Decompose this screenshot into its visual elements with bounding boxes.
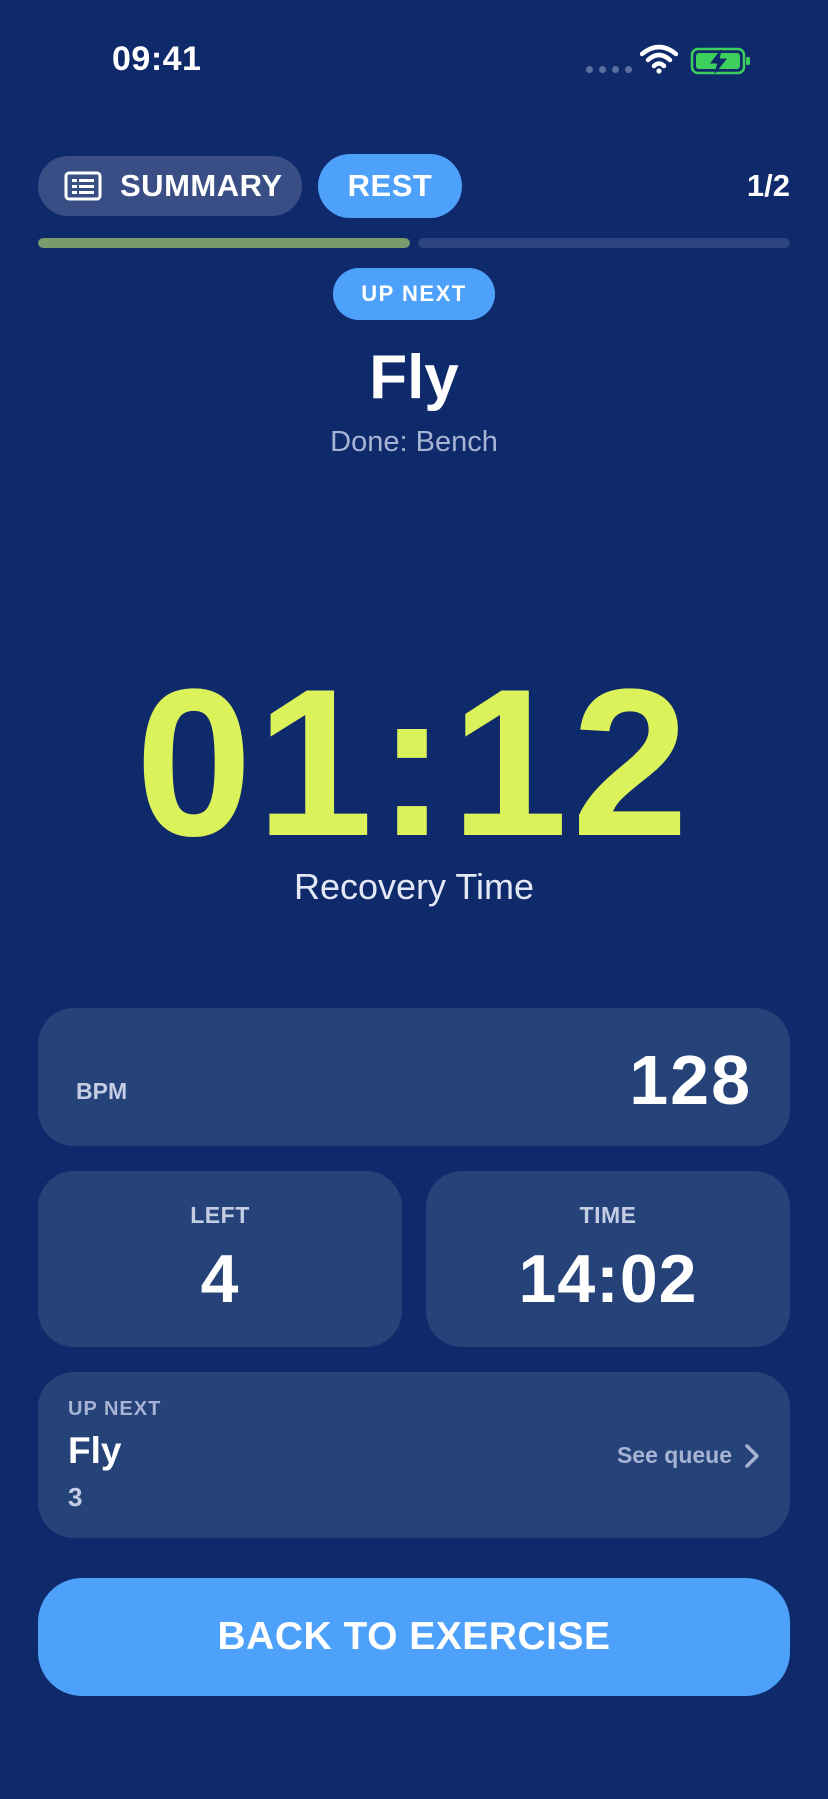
up-next-badge: UP NEXT	[333, 268, 495, 320]
battery-charging-icon	[690, 47, 750, 75]
wifi-icon	[640, 44, 678, 74]
progress-bar	[38, 238, 790, 248]
rest-tab[interactable]: REST	[318, 154, 462, 218]
list-icon	[64, 171, 102, 201]
queue-exercise-count: 3	[68, 1482, 83, 1512]
status-time: 09:41	[112, 40, 202, 78]
chevron-right-icon[interactable]	[744, 1443, 760, 1469]
elapsed-time-label: TIME	[579, 1202, 637, 1228]
queue-kicker: UP NEXT	[68, 1398, 162, 1420]
signal-dots-icon	[586, 66, 632, 73]
progress-segment	[38, 238, 410, 248]
progress-segment	[418, 238, 790, 248]
sets-left-value: 4	[200, 1241, 240, 1317]
progress-fill	[38, 238, 410, 248]
see-queue-link[interactable]: See queue	[617, 1442, 732, 1469]
elapsed-time-value: 14:02	[518, 1241, 698, 1317]
bpm-value: 128	[629, 1041, 752, 1119]
summary-tab-label: SUMMARY	[120, 168, 283, 203]
bpm-label: BPM	[76, 1078, 128, 1104]
queue-exercise-name: Fly	[68, 1430, 122, 1471]
sets-left-label: LEFT	[190, 1202, 250, 1228]
summary-tab[interactable]: SUMMARY	[38, 156, 302, 216]
back-to-exercise-button[interactable]: BACK TO EXERCISE	[38, 1578, 790, 1696]
recovery-timer-label: Recovery Time	[293, 866, 535, 907]
page-counter: 1/2	[746, 168, 790, 203]
done-exercise-text: Done: Bench	[330, 426, 498, 458]
recovery-timer: 01:12	[135, 645, 693, 880]
next-exercise-title: Fly	[369, 343, 459, 412]
